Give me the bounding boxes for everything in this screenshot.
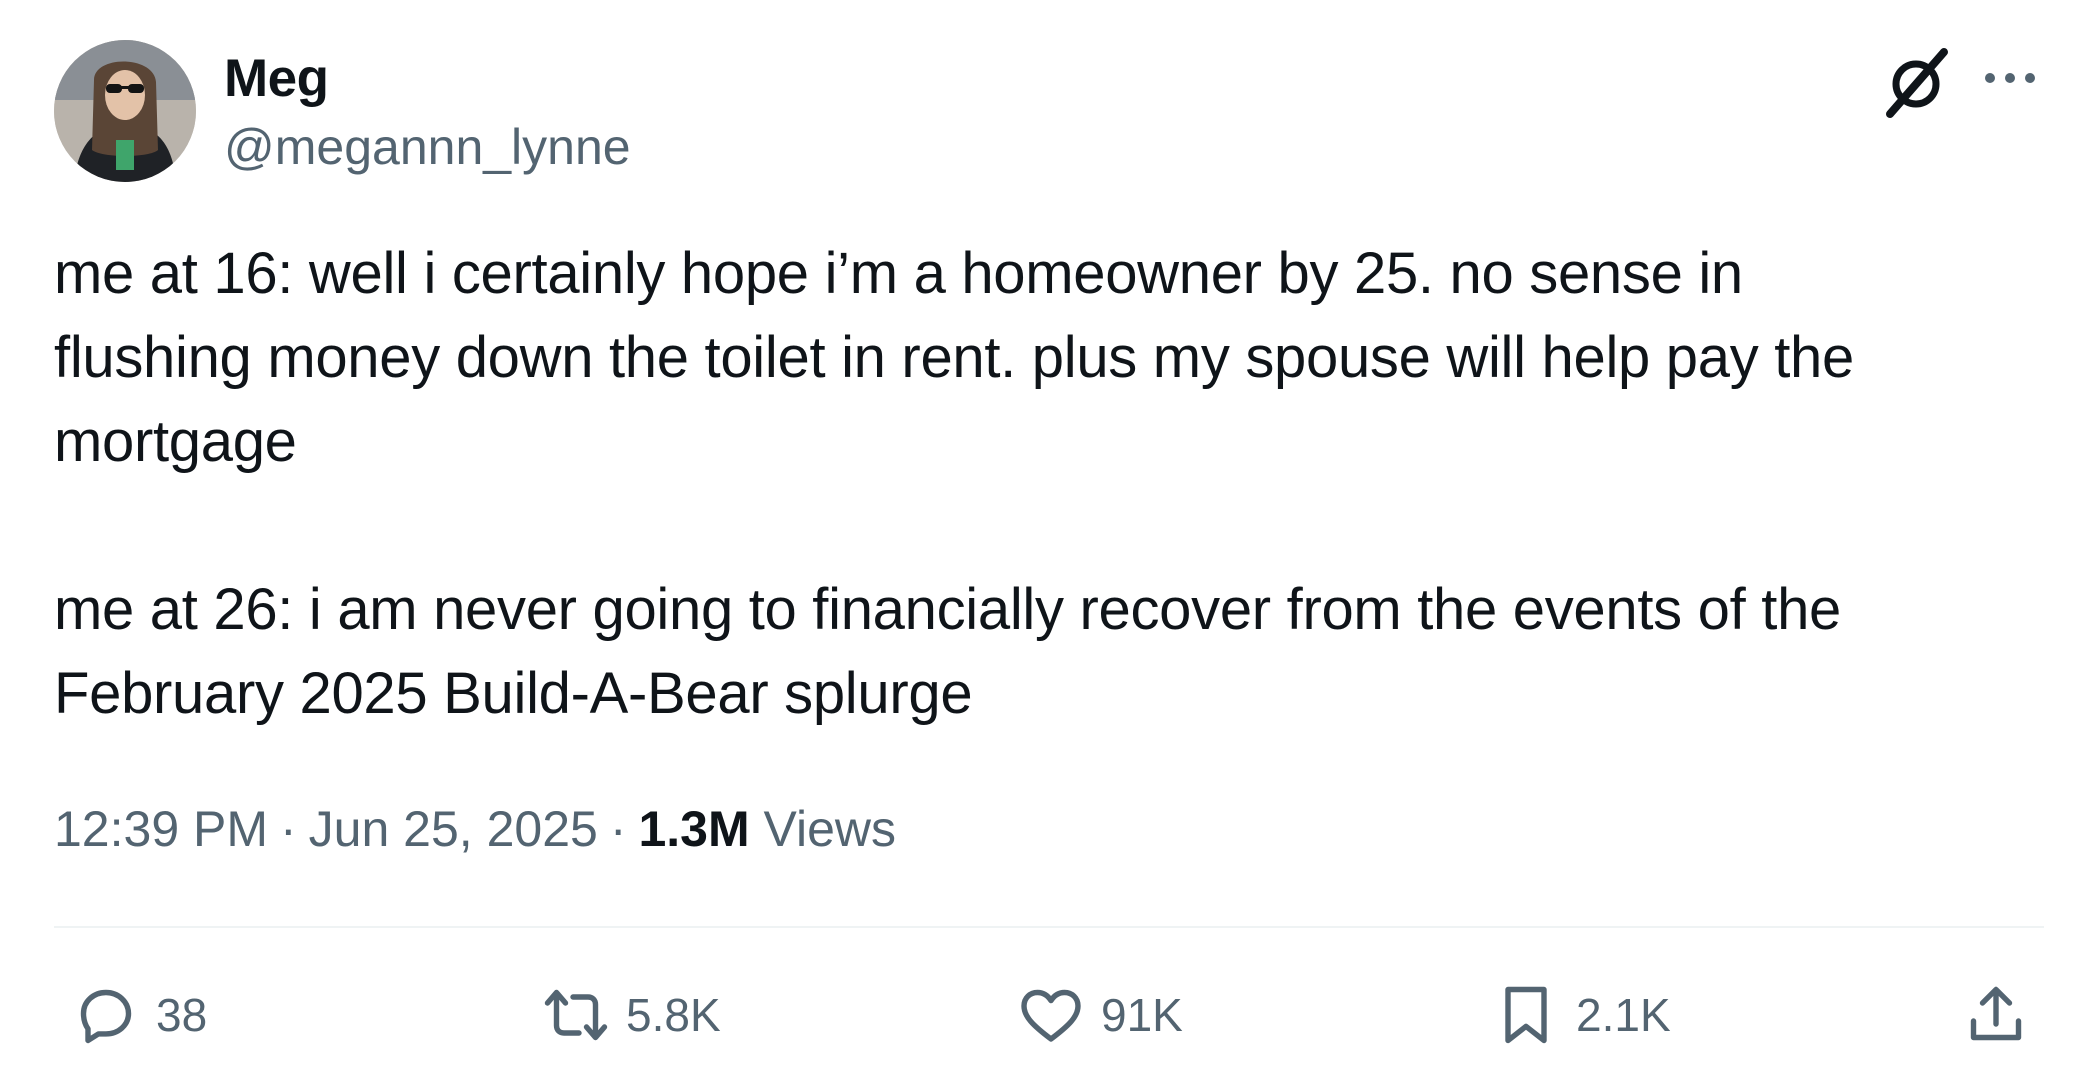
display-name[interactable]: Meg — [224, 48, 329, 109]
bookmark-button[interactable]: 2.1K — [1490, 975, 1671, 1055]
views-count: 1.3M — [638, 801, 750, 857]
reply-button[interactable]: 38 — [70, 975, 207, 1055]
text-line: me at 26: i am never going to financiall… — [54, 577, 1841, 642]
tweet-meta: 12:39 PM · Jun 25, 2025 · 1.3M Views — [54, 800, 896, 858]
tweet-text: me at 16: well i certainly hope i’m a ho… — [54, 232, 2044, 736]
timestamp-date[interactable]: Jun 25, 2025 — [309, 801, 598, 857]
repost-count: 5.8K — [626, 989, 721, 1041]
repost-icon — [544, 989, 608, 1041]
like-count: 91K — [1101, 989, 1183, 1041]
text-line: mortgage — [54, 409, 297, 474]
reply-count: 38 — [156, 989, 208, 1041]
share-button[interactable] — [1960, 975, 2032, 1055]
bookmark-icon — [1505, 986, 1547, 1044]
like-button[interactable]: 91K — [1015, 975, 1183, 1055]
divider — [54, 926, 2044, 928]
bookmark-count: 2.1K — [1576, 989, 1671, 1041]
reply-icon — [80, 989, 132, 1044]
text-line: flushing money down the toilet in rent. … — [54, 325, 1854, 390]
like-icon — [1021, 989, 1081, 1042]
grok-icon[interactable] — [1878, 42, 1958, 122]
more-icon[interactable] — [1980, 58, 2040, 98]
repost-button[interactable]: 5.8K — [540, 975, 721, 1055]
timestamp-time[interactable]: 12:39 PM — [54, 801, 268, 857]
share-icon — [1970, 986, 2022, 1041]
avatar-image — [54, 40, 196, 182]
avatar[interactable] — [54, 40, 196, 182]
meta-separator: · — [280, 801, 297, 857]
meta-separator: · — [609, 801, 627, 857]
handle[interactable]: @megannn_lynne — [224, 118, 631, 176]
text-line: me at 16: well i certainly hope i’m a ho… — [54, 241, 1743, 306]
text-line: February 2025 Build-A-Bear splurge — [54, 661, 973, 726]
views-label: Views — [763, 801, 897, 857]
tweet-card: Meg @megannn_lynne me at 16: well i cert… — [0, 0, 2086, 1088]
